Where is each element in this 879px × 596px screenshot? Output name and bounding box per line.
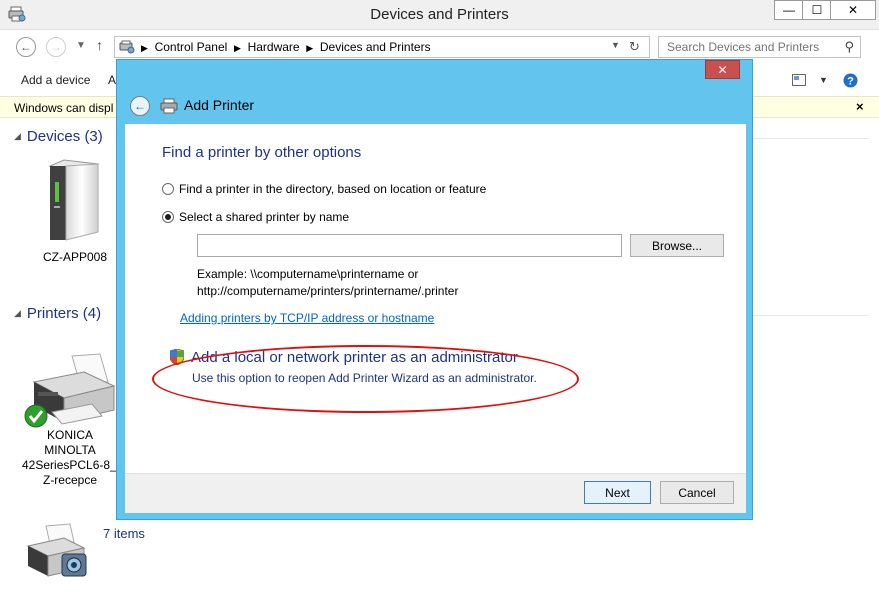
address-dropdown-icon[interactable]: ▼ — [611, 40, 620, 50]
printer-label[interactable]: KONICA MINOLTA 42SeriesPCL6-8_C Z-recepc… — [22, 428, 118, 488]
items-count: 7 items — [103, 526, 145, 541]
arrow-right-icon: → — [50, 40, 62, 54]
breadcrumb-separator-icon: ▶ — [141, 43, 148, 53]
dialog-title: Add Printer — [184, 97, 255, 113]
example-text: Example: \\computername\printername or h… — [197, 266, 458, 300]
cancel-button[interactable]: Cancel — [660, 481, 734, 504]
default-printer-check-icon — [24, 404, 48, 428]
dialog-back-button[interactable]: ← — [130, 96, 150, 116]
close-icon: ✕ — [847, 3, 859, 17]
shared-printer-name-input[interactable] — [197, 234, 622, 257]
search-icon[interactable]: ⚲ — [844, 39, 854, 55]
printer-label-line: MINOLTA — [44, 443, 96, 457]
add-device-button[interactable]: Add a device — [21, 73, 90, 87]
change-view-icon[interactable] — [792, 74, 806, 86]
group-label-printers: Printers (4) — [26, 305, 102, 322]
radio-button-shared[interactable] — [162, 211, 174, 223]
printer-label-line: Z-recepce — [42, 473, 98, 487]
minimize-icon: — — [783, 3, 795, 17]
dialog-header: ← Add Printer — [125, 90, 745, 124]
maximize-button[interactable]: ☐ — [802, 0, 832, 20]
add-printer-dialog: ✕ ← Add Printer Find a printer by other … — [116, 59, 753, 520]
maximize-icon: ☐ — [811, 3, 823, 17]
radio-select-shared[interactable]: Select a shared printer by name — [162, 210, 349, 224]
svg-text:?: ? — [847, 76, 854, 88]
arrow-left-icon: ← — [134, 99, 146, 113]
breadcrumb-devices-and-printers[interactable]: Devices and Printers — [320, 40, 431, 54]
dialog-body: Find a printer by other options Find a p… — [125, 124, 746, 473]
breadcrumb-control-panel[interactable]: Control Panel — [155, 40, 228, 54]
recent-locations-chevron-icon[interactable]: ▼ — [76, 40, 86, 51]
view-options-chevron-icon[interactable]: ▼ — [819, 75, 828, 85]
up-arrow-icon[interactable]: ↑ — [96, 37, 103, 53]
next-button[interactable]: Next — [584, 481, 651, 504]
printer-icon — [160, 98, 178, 114]
printer-label-line: KONICA — [46, 428, 93, 442]
group-header-devices[interactable]: ◢ Devices (3) — [14, 128, 103, 145]
devices-and-printers-window: Devices and Printers — ☐ ✕ ← → ▼ ↑ ▶ Con… — [0, 0, 879, 596]
back-button[interactable]: ← — [16, 37, 36, 57]
title-bar: Devices and Printers — ☐ ✕ — [0, 0, 879, 30]
info-bar-text: Windows can displa — [14, 101, 114, 115]
address-bar[interactable]: ▶ Control Panel ▶ Hardware ▶ Devices and… — [114, 36, 650, 58]
printer-label-line: 42SeriesPCL6-8_C — [22, 458, 118, 472]
window-title: Devices and Printers — [370, 6, 509, 23]
help-icon[interactable]: ? — [843, 73, 858, 88]
computer-tower-icon[interactable] — [42, 158, 106, 246]
refresh-icon[interactable]: ↻ — [629, 39, 640, 55]
device-label[interactable]: CZ-APP008 — [30, 250, 120, 265]
add-printer-button[interactable]: A — [108, 73, 116, 87]
search-box[interactable]: ⚲ — [658, 36, 861, 58]
radio-find-in-directory[interactable]: Find a printer in the directory, based o… — [162, 182, 486, 196]
radio-label-directory[interactable]: Find a printer in the directory, based o… — [179, 182, 486, 196]
breadcrumb-separator-icon: ▶ — [233, 43, 241, 53]
scanner-printer-icon[interactable] — [24, 522, 88, 584]
arrow-left-icon: ← — [20, 40, 32, 54]
radio-label-shared[interactable]: Select a shared printer by name — [179, 210, 349, 224]
tcpip-link[interactable]: Adding printers by TCP/IP address or hos… — [180, 311, 434, 325]
example-line-1: Example: \\computername\printername or — [197, 267, 419, 281]
breadcrumb: ▶ Control Panel ▶ Hardware ▶ Devices and… — [141, 40, 431, 54]
control-panel-icon — [119, 40, 135, 54]
browse-button[interactable]: Browse... — [630, 234, 724, 257]
search-input[interactable] — [665, 39, 835, 55]
group-label-devices: Devices (3) — [26, 128, 103, 145]
minimize-button[interactable]: — — [774, 0, 804, 20]
dialog-footer: Next Cancel — [125, 473, 746, 513]
example-line-2: http://computername/printers/printername… — [197, 284, 459, 298]
group-header-printers[interactable]: ◢ Printers (4) — [14, 305, 101, 322]
collapse-triangle-icon[interactable]: ◢ — [14, 308, 21, 318]
breadcrumb-separator-icon: ▶ — [306, 43, 314, 53]
annotation-ellipse — [152, 345, 579, 413]
info-bar-close-icon[interactable]: × — [856, 99, 864, 114]
radio-button-directory[interactable] — [162, 183, 174, 195]
dialog-heading: Find a printer by other options — [162, 144, 362, 161]
close-button[interactable]: ✕ — [830, 0, 876, 20]
collapse-triangle-icon[interactable]: ◢ — [14, 131, 21, 141]
forward-button[interactable]: → — [46, 37, 66, 57]
dialog-close-button[interactable]: ✕ — [705, 60, 740, 79]
breadcrumb-hardware[interactable]: Hardware — [248, 40, 300, 54]
close-icon: ✕ — [717, 62, 728, 77]
